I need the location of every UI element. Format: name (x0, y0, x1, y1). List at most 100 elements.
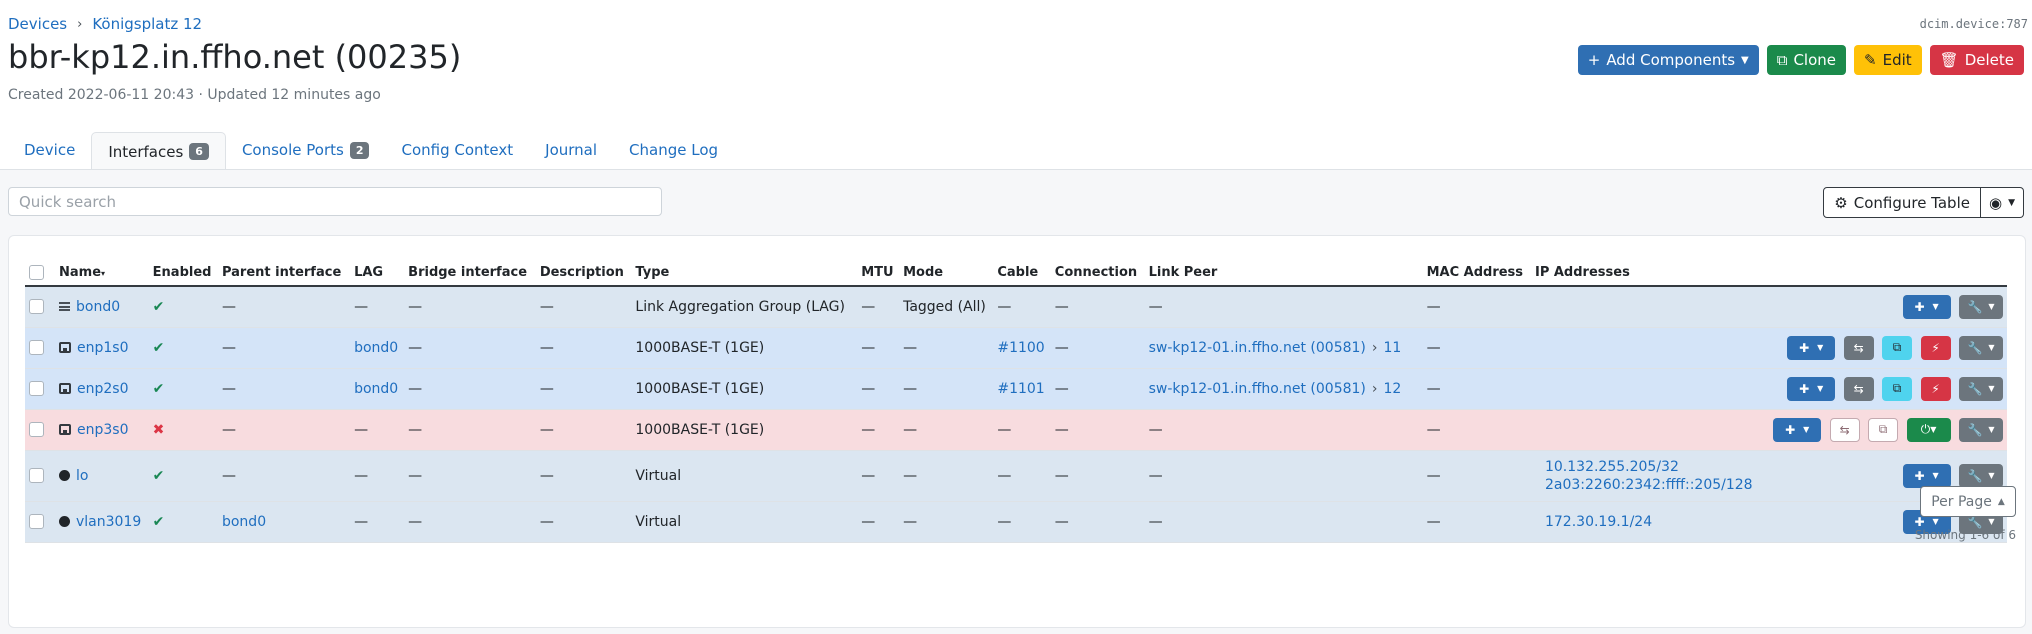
description-cell: — (535, 327, 632, 369)
type-cell: Virtual (631, 450, 858, 502)
peer-port-link[interactable]: 12 (1384, 381, 1402, 397)
column-header-parent[interactable]: Parent interface (217, 259, 351, 287)
breadcrumb-devices[interactable]: Devices (8, 15, 67, 33)
add-child-button[interactable]: ✚ ▼ (1902, 463, 1951, 488)
column-header-name[interactable]: Name▾ (55, 259, 149, 287)
parent-cell: bond0 (217, 501, 351, 543)
row-menu-button[interactable]: 🔧 ▼ (1959, 335, 2003, 360)
breadcrumb-site[interactable]: Königsplatz 12 (92, 15, 202, 33)
lag-link[interactable]: bond0 (354, 381, 398, 397)
disconnect-button[interactable]: ⚡ (1920, 335, 1951, 360)
row-checkbox[interactable] (29, 468, 44, 483)
table-header-row: Name▾ Enabled Parent interface LAG Bridg… (25, 259, 2007, 287)
column-header-cable[interactable]: Cable (993, 259, 1051, 287)
disconnect-button[interactable]: ⚡ (1920, 376, 1951, 401)
row-checkbox[interactable] (29, 299, 44, 315)
lan-view-button[interactable]: ⧉ (1868, 417, 1899, 442)
tab-config-context[interactable]: Config Context (385, 132, 529, 168)
edit-button[interactable]: ✎ Edit (1854, 45, 1922, 75)
add-components-button[interactable]: + Add Components ▼ (1577, 45, 1759, 75)
peer-device-link[interactable]: sw-kp12-01.in.ffho.net (00581) (1149, 340, 1366, 356)
cable-link[interactable]: #1101 (997, 381, 1044, 397)
mac-cell: — (1422, 409, 1531, 451)
column-header-description[interactable]: Description (535, 259, 632, 287)
description-cell: — (535, 368, 632, 410)
parent-interface-link[interactable]: bond0 (222, 514, 266, 530)
clone-button[interactable]: ⧉ Clone (1766, 45, 1847, 75)
select-all-checkbox[interactable] (29, 264, 44, 280)
connect-button[interactable]: ⏻ ▼ (1906, 417, 1951, 442)
caret-down-icon: ▼ (1932, 302, 1939, 312)
row-menu-button[interactable]: 🔧 ▼ (1959, 417, 2003, 442)
lan-view-button[interactable]: ⧉ (1882, 335, 1913, 360)
column-header-enabled[interactable]: Enabled (148, 259, 218, 287)
virtual-dot-icon (59, 516, 70, 527)
trace-button[interactable]: ⇆ (1843, 376, 1874, 401)
interface-name-link[interactable]: enp2s0 (77, 381, 128, 397)
table-row: vlan3019 ✔ bond0 — — — Virtual — — — — —… (25, 501, 2007, 543)
delete-button[interactable]: 🗑 Delete (1929, 45, 2024, 75)
row-menu-button[interactable]: 🔧 ▼ (1959, 376, 2003, 401)
mode-cell: — (899, 450, 994, 502)
column-header-link-peer[interactable]: Link Peer (1144, 259, 1423, 287)
cable-link[interactable]: #1100 (997, 340, 1044, 356)
interface-name-link[interactable]: vlan3019 (76, 514, 141, 530)
ip-cell (1530, 368, 1766, 410)
enabled-check-icon: ✔ (148, 327, 218, 369)
peer-port-link[interactable]: 11 (1384, 340, 1402, 356)
virtual-dot-icon (59, 470, 70, 481)
ip-cell (1530, 409, 1766, 451)
tab-journal[interactable]: Journal (529, 132, 613, 168)
mode-cell: — (899, 409, 994, 451)
column-header-connection[interactable]: Connection (1050, 259, 1145, 287)
column-header-mac[interactable]: MAC Address (1422, 259, 1531, 287)
row-checkbox[interactable] (29, 422, 44, 437)
unplug-icon: ⚡ (1931, 340, 1940, 355)
trace-button[interactable]: ⇆ (1829, 417, 1860, 442)
tab-console-ports[interactable]: Console Ports 2 (226, 132, 386, 168)
row-actions: ✚ ▼ ⇆ ⧉ ⚡ 🔧 ▼ (1765, 368, 2007, 410)
disabled-x-icon: ✖ (148, 409, 218, 451)
trace-button[interactable]: ⇆ (1843, 335, 1874, 360)
row-menu-button[interactable]: 🔧 ▼ (1959, 294, 2003, 319)
plus-icon: ✚ (1785, 422, 1796, 437)
count-badge: 6 (189, 143, 209, 160)
link-peer-cell: — (1144, 501, 1423, 543)
column-header-bridge[interactable]: Bridge interface (404, 259, 536, 287)
ip-address-link[interactable]: 172.30.19.1/24 (1545, 514, 1652, 530)
row-checkbox[interactable] (29, 514, 44, 529)
type-cell: Link Aggregation Group (LAG) (631, 286, 858, 328)
per-page-button[interactable]: Per Page ▲ (1920, 486, 2016, 517)
ip-address-link[interactable]: 10.132.255.205/32 (1545, 459, 1679, 475)
configure-table-button[interactable]: ⚙ Configure Table (1823, 187, 1981, 218)
interfaces-card: Name▾ Enabled Parent interface LAG Bridg… (8, 235, 2026, 628)
tab-interfaces[interactable]: Interfaces 6 (91, 132, 226, 171)
column-visibility-button[interactable]: ◉ ▼ (1980, 187, 2024, 218)
lag-cell: — (350, 409, 405, 451)
tab-change-log[interactable]: Change Log (613, 132, 734, 168)
column-header-mtu[interactable]: MTU (857, 259, 900, 287)
quick-search-input[interactable] (8, 187, 662, 216)
interface-name-link[interactable]: enp3s0 (77, 422, 128, 438)
plus-icon: ✚ (1799, 340, 1810, 355)
add-child-button[interactable]: ✚ ▼ (1787, 335, 1836, 360)
add-child-button[interactable]: ✚ ▼ (1773, 417, 1822, 442)
column-header-mode[interactable]: Mode (899, 259, 994, 287)
column-header-lag[interactable]: LAG (350, 259, 405, 287)
row-menu-button[interactable]: 🔧 ▼ (1959, 463, 2003, 488)
interface-name-link[interactable]: bond0 (76, 299, 120, 315)
interface-name-link[interactable]: lo (76, 468, 88, 484)
row-checkbox[interactable] (29, 381, 44, 396)
column-header-type[interactable]: Type (631, 259, 858, 287)
lag-link[interactable]: bond0 (354, 340, 398, 356)
add-child-button[interactable]: ✚ ▼ (1787, 376, 1836, 401)
lan-view-button[interactable]: ⧉ (1882, 376, 1913, 401)
add-child-button[interactable]: ✚ ▼ (1902, 294, 1951, 319)
ip-address-link[interactable]: 2a03:2260:2342:ffff::205/128 (1545, 477, 1753, 493)
tab-device[interactable]: Device (8, 132, 91, 168)
column-header-ip-addresses[interactable]: IP Addresses (1530, 259, 1766, 287)
row-checkbox[interactable] (29, 340, 44, 355)
interface-name-link[interactable]: enp1s0 (77, 340, 128, 356)
gear-icon: ⚙ (1834, 193, 1848, 212)
peer-device-link[interactable]: sw-kp12-01.in.ffho.net (00581) (1149, 381, 1366, 397)
